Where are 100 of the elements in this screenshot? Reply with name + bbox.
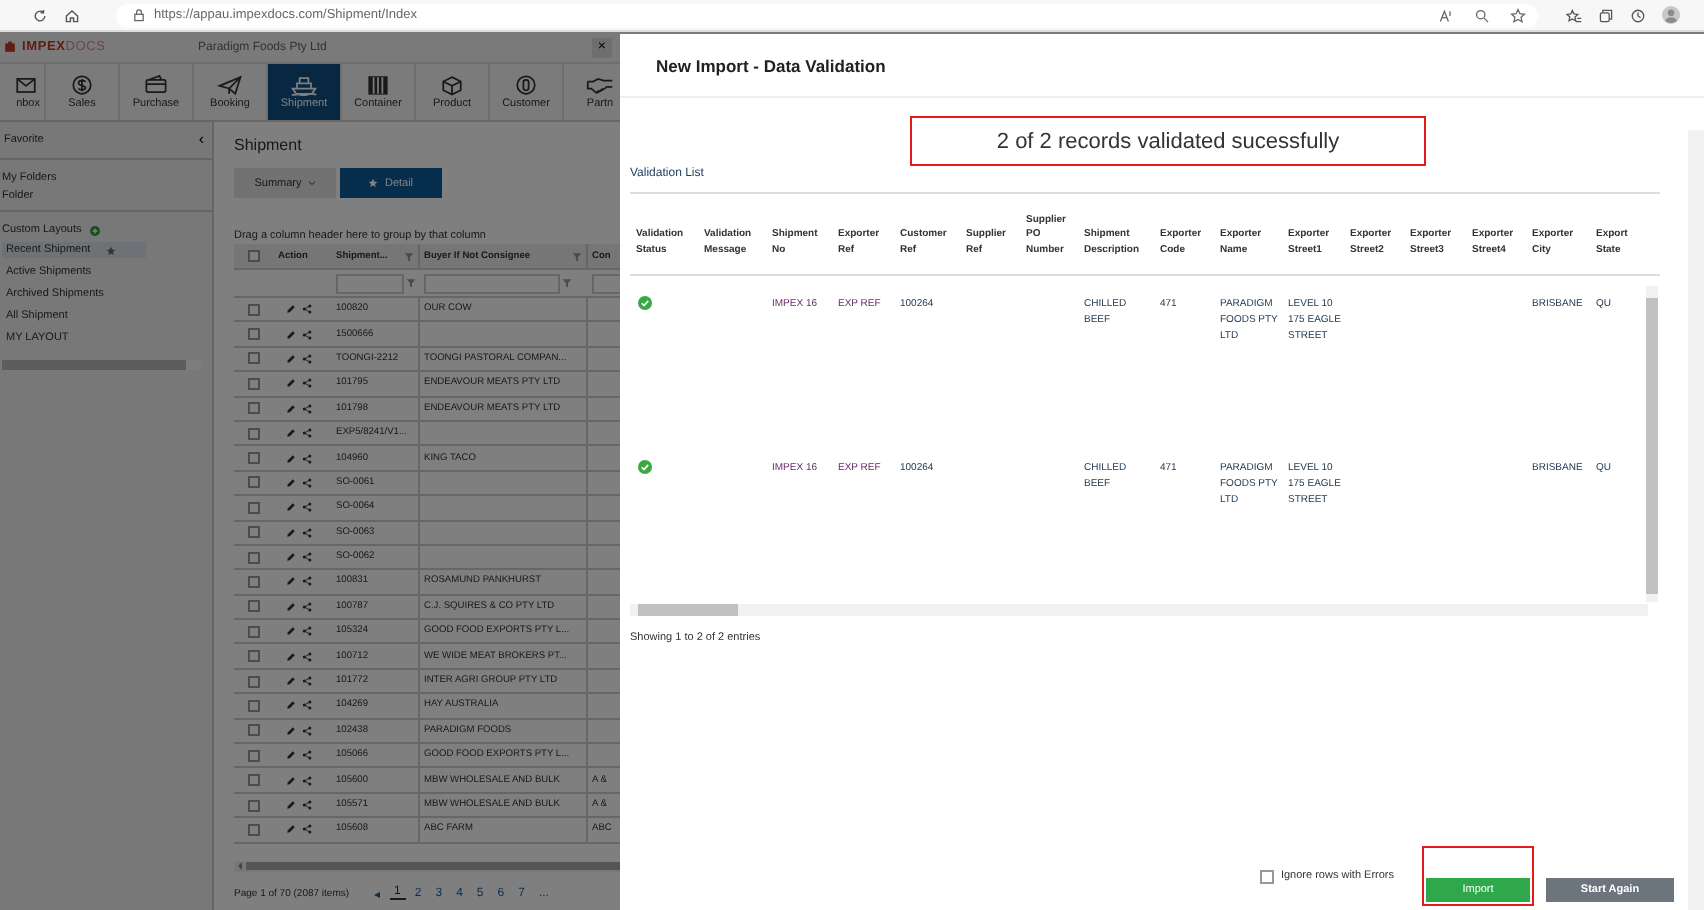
pencil-icon[interactable] <box>286 403 296 414</box>
share-icon[interactable] <box>302 775 312 786</box>
history-icon[interactable] <box>1630 7 1646 23</box>
row-checkbox[interactable] <box>248 625 260 638</box>
share-icon[interactable] <box>302 353 312 364</box>
horizontal-scrollbar[interactable] <box>2 360 202 370</box>
row-checkbox[interactable] <box>248 823 260 836</box>
share-icon[interactable] <box>302 601 312 612</box>
row-checkbox[interactable] <box>248 328 260 341</box>
read-aloud-icon[interactable] <box>1438 7 1454 23</box>
logo-icon <box>4 40 16 54</box>
handshake-icon <box>586 74 614 96</box>
share-icon[interactable] <box>302 453 312 464</box>
share-icon[interactable] <box>302 626 312 637</box>
share-icon[interactable] <box>302 725 312 736</box>
row-checkbox[interactable] <box>248 377 260 390</box>
badge-icon <box>512 74 540 96</box>
collections-icon[interactable] <box>1598 7 1614 23</box>
horizontal-scrollbar[interactable] <box>630 604 1648 616</box>
share-icon[interactable] <box>302 700 312 711</box>
pencil-icon[interactable] <box>286 378 296 389</box>
share-icon[interactable] <box>302 651 312 662</box>
share-icon[interactable] <box>302 824 312 835</box>
row-checkbox[interactable] <box>248 501 260 514</box>
row-checkbox[interactable] <box>248 452 260 465</box>
pencil-icon[interactable] <box>286 502 296 513</box>
share-icon[interactable] <box>302 576 312 587</box>
row-checkbox[interactable] <box>248 575 260 588</box>
pencil-icon[interactable] <box>286 750 296 761</box>
star-icon <box>106 245 117 255</box>
pencil-icon[interactable] <box>286 353 296 364</box>
refresh-icon[interactable] <box>32 7 48 23</box>
box-icon <box>438 74 466 96</box>
row-checkbox[interactable] <box>248 749 260 762</box>
pencil-icon[interactable] <box>286 453 296 464</box>
share-icon[interactable] <box>302 552 312 563</box>
pencil-icon[interactable] <box>286 725 296 736</box>
lock-icon[interactable] <box>132 8 146 22</box>
pencil-icon[interactable] <box>286 601 296 612</box>
row-checkbox[interactable] <box>248 650 260 663</box>
row-checkbox[interactable] <box>248 476 260 489</box>
pencil-icon[interactable] <box>286 800 296 810</box>
share-icon[interactable] <box>302 477 312 488</box>
pencil-icon[interactable] <box>286 700 296 711</box>
container-icon <box>364 74 392 96</box>
ship-icon <box>290 74 318 96</box>
pencil-icon[interactable] <box>286 428 296 439</box>
share-icon[interactable] <box>302 329 312 340</box>
row-checkbox[interactable] <box>248 402 260 415</box>
ignore-errors-checkbox[interactable] <box>1260 869 1275 883</box>
pencil-icon[interactable] <box>286 775 296 786</box>
pencil-icon[interactable] <box>286 304 296 315</box>
share-icon[interactable] <box>302 403 312 414</box>
zoom-icon[interactable] <box>1474 7 1490 23</box>
filter-field[interactable] <box>424 273 560 293</box>
share-icon[interactable] <box>302 750 312 761</box>
profile-avatar-icon[interactable] <box>1662 6 1680 24</box>
paper-plane-icon <box>216 74 244 96</box>
share-icon[interactable] <box>302 304 312 315</box>
pencil-icon[interactable] <box>286 552 296 563</box>
row-checkbox[interactable] <box>248 699 260 712</box>
row-checkbox[interactable] <box>248 799 260 811</box>
pencil-icon[interactable] <box>286 676 296 687</box>
row-checkbox[interactable] <box>248 427 260 440</box>
share-icon[interactable] <box>302 800 312 810</box>
share-icon[interactable] <box>302 428 312 439</box>
caret-icon <box>307 180 316 186</box>
coin-icon <box>68 74 96 96</box>
pencil-icon[interactable] <box>286 527 296 538</box>
validation-message: 2 of 2 records validated sucessfully <box>996 129 1340 153</box>
row-checkbox[interactable] <box>248 724 260 737</box>
pencil-icon[interactable] <box>286 626 296 637</box>
home-icon[interactable] <box>64 7 80 23</box>
pencil-icon[interactable] <box>286 477 296 488</box>
add-favorite-icon[interactable] <box>1510 7 1526 23</box>
collapse-button[interactable]: ‹ <box>198 132 204 148</box>
share-icon[interactable] <box>302 502 312 513</box>
share-icon[interactable] <box>302 378 312 389</box>
dialog-title: New Import - Data Validation <box>656 55 886 75</box>
select-all-checkbox[interactable] <box>248 250 260 262</box>
pencil-icon[interactable] <box>286 824 296 835</box>
vertical-scrollbar[interactable] <box>1646 286 1658 602</box>
row-checkbox[interactable] <box>248 774 260 787</box>
row-checkbox[interactable] <box>248 303 260 316</box>
star-icon <box>368 178 379 188</box>
pencil-icon[interactable] <box>286 576 296 587</box>
row-checkbox[interactable] <box>248 551 260 564</box>
filter-field[interactable] <box>336 273 404 293</box>
page-title: Shipment <box>234 136 302 154</box>
envelope-icon <box>12 74 40 96</box>
row-checkbox[interactable] <box>248 352 260 365</box>
row-checkbox[interactable] <box>248 526 260 539</box>
share-icon[interactable] <box>302 527 312 538</box>
favorites-icon[interactable] <box>1566 7 1582 23</box>
row-checkbox[interactable] <box>248 675 260 688</box>
wallet-icon <box>142 74 170 96</box>
share-icon[interactable] <box>302 676 312 687</box>
row-checkbox[interactable] <box>248 600 260 613</box>
pencil-icon[interactable] <box>286 651 296 662</box>
pencil-icon[interactable] <box>286 329 296 340</box>
